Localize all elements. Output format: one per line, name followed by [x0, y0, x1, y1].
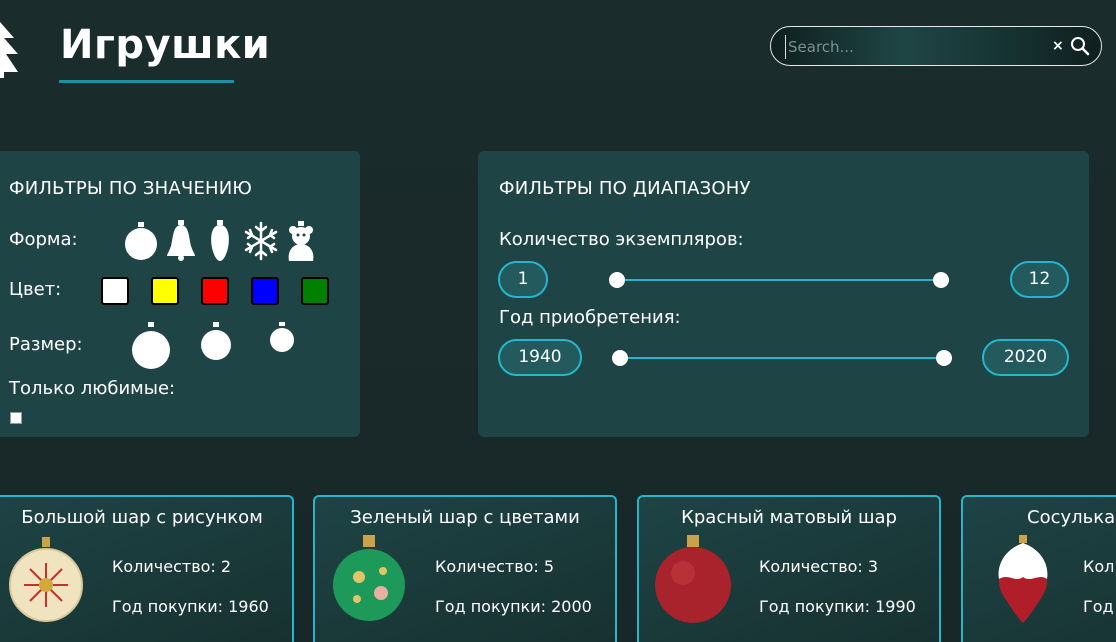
favorite-checkbox[interactable]	[10, 412, 22, 424]
card-count: Количество: 3	[759, 557, 879, 576]
cone-icon[interactable]	[207, 220, 233, 262]
clear-icon[interactable]: ×	[1052, 38, 1064, 54]
card-count: Кол	[1083, 557, 1115, 576]
figurine-icon[interactable]	[283, 221, 319, 261]
toy-card[interactable]: Большой шар с рисунком Количество: 2 Год…	[0, 495, 294, 642]
color-white-checkbox[interactable]	[101, 277, 129, 305]
year-min-output: 1940	[498, 339, 582, 376]
count-slider-track[interactable]	[617, 279, 941, 281]
count-slider-min-thumb[interactable]	[609, 272, 625, 288]
icicle-icon	[998, 535, 1048, 623]
tree-logo-icon[interactable]	[0, 22, 18, 78]
count-max-output: 12	[1010, 261, 1069, 298]
color-label: Цвет:	[9, 279, 62, 300]
card-title: Сосулька	[1027, 507, 1116, 528]
red-ball-icon	[655, 535, 731, 623]
toy-card[interactable]: Сосулька Кол Год	[961, 495, 1116, 642]
toy-card[interactable]: Зеленый шар с цветами Количество: 5 Год …	[313, 495, 617, 642]
page: Игрушки × ФИЛЬТРЫ ПО ЗНАЧЕНИЮ Форма:	[0, 0, 1116, 642]
color-blue-checkbox[interactable]	[251, 277, 279, 305]
card-count: Количество: 5	[435, 557, 555, 576]
shape-label: Форма:	[9, 229, 78, 250]
size-small-icon[interactable]	[268, 321, 296, 355]
search-icon[interactable]	[1070, 36, 1090, 56]
search-box: ×	[770, 26, 1102, 66]
count-slider-max-thumb[interactable]	[933, 272, 949, 288]
favorite-label: Только любимые:	[9, 378, 176, 399]
count-label: Количество экземпляров:	[499, 229, 744, 250]
range-filters-heading: ФИЛЬТРЫ ПО ДИАПАЗОНУ	[499, 178, 751, 199]
card-title: Зеленый шар с цветами	[350, 507, 580, 528]
year-slider-track[interactable]	[620, 357, 944, 359]
green-ball-icon	[333, 535, 405, 621]
color-yellow-checkbox[interactable]	[151, 277, 179, 305]
ball-icon[interactable]	[124, 220, 158, 262]
card-title: Красный матовый шар	[681, 507, 897, 528]
card-year: Год покупки: 1960	[112, 597, 269, 616]
year-slider-min-thumb[interactable]	[612, 350, 628, 366]
size-medium-icon[interactable]	[199, 321, 233, 363]
value-filters-heading: ФИЛЬТРЫ ПО ЗНАЧЕНИЮ	[9, 178, 253, 199]
card-year: Год покупки: 1990	[759, 597, 916, 616]
toy-card[interactable]: Красный матовый шар Количество: 3 Год по…	[637, 495, 941, 642]
size-large-icon[interactable]	[130, 321, 172, 371]
bell-icon[interactable]	[165, 220, 197, 262]
year-slider-max-thumb[interactable]	[936, 350, 952, 366]
size-label: Размер:	[9, 334, 83, 355]
year-label: Год приобретения:	[499, 307, 681, 328]
card-year: Год покупки: 2000	[435, 597, 592, 616]
search-input[interactable]	[785, 35, 1035, 59]
page-title: Игрушки	[60, 22, 271, 68]
title-underline	[59, 80, 234, 83]
color-green-checkbox[interactable]	[301, 277, 329, 305]
card-title: Большой шар с рисунком	[21, 507, 263, 528]
card-count: Количество: 2	[112, 557, 232, 576]
snowflake-icon[interactable]	[243, 221, 279, 261]
count-min-output: 1	[498, 261, 548, 298]
color-red-checkbox[interactable]	[201, 277, 229, 305]
year-max-output: 2020	[982, 339, 1069, 376]
card-year: Год	[1083, 597, 1114, 616]
cream-ball-icon	[9, 537, 83, 622]
